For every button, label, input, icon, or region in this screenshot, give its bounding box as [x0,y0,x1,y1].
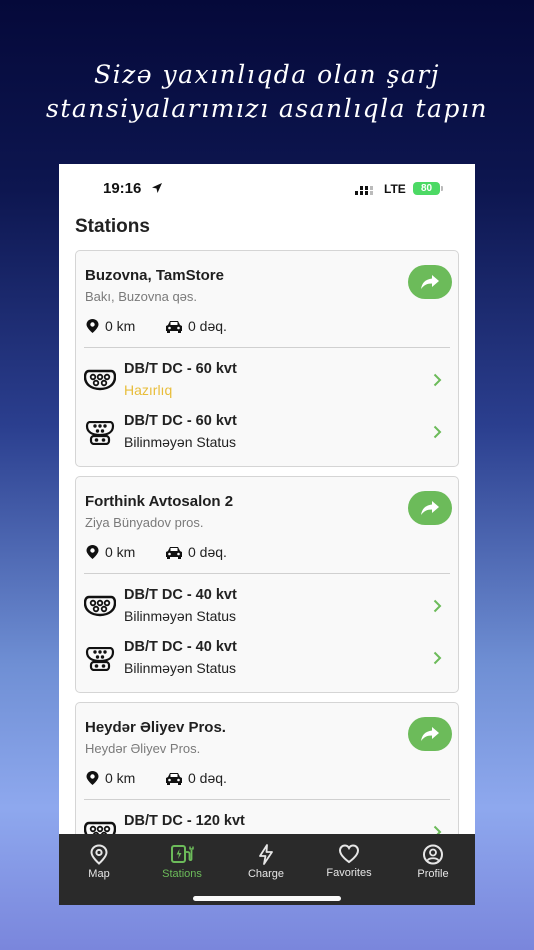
heart-icon [338,844,360,864]
location-pin-icon [86,319,99,333]
location-arrow-icon [152,183,162,193]
car-icon [166,547,182,559]
connector-type2-icon [84,369,116,391]
directions-button[interactable] [408,265,452,299]
connector-title: DB/T DC - 120 kvt [124,813,245,829]
tab-favorites[interactable]: Favorites [309,844,389,879]
directions-button[interactable] [408,717,452,751]
station-address: Bakı, Buzovna qəs. [85,289,198,304]
drive-time-value: 0 dəq. [188,770,227,786]
status-bar: 19:16 LTE 80 [59,164,475,214]
station-address: Heydər Əliyev Pros. [85,741,201,756]
chevron-right-icon [433,373,442,387]
drive-time-value: 0 dəq. [188,318,227,334]
connector-row[interactable]: DB/T DC - 40 kvt Bilinməyən Status [76,585,458,629]
share-arrow-icon [421,727,439,741]
distance-value: 0 km [105,544,136,560]
card-divider [84,799,450,800]
station-name: Buzovna, TamStore [85,267,224,284]
connector-row[interactable]: DB/T DC - 40 kvt Bilinməyən Status [76,637,458,681]
share-arrow-icon [421,275,439,289]
drive-time-value: 0 dəq. [188,544,227,560]
tab-label: Map [88,868,110,880]
connector-title: DB/T DC - 60 kvt [124,361,237,377]
connector-ccs-icon [85,647,115,671]
drive-time-metric: 0 dəq. [165,544,227,560]
signal-icon [355,186,373,195]
connector-status: Bilinməyən Status [124,608,237,624]
battery-tip [441,186,443,191]
distance-metric: 0 km [85,318,135,334]
chevron-right-icon [433,599,442,613]
station-card[interactable]: Buzovna, TamStore Bakı, Buzovna qəs. 0 k… [75,250,459,467]
network-type: LTE [384,182,406,196]
tab-label: Favorites [326,867,372,879]
headline-line-1: Sizə yaxınlıqda olan şarj [93,60,441,89]
home-indicator[interactable] [193,896,341,901]
car-icon [166,321,182,333]
headline-line-2: stansiyalarımızı asanlıqla tapın [45,94,489,123]
page-title: Stations [75,216,150,237]
battery-icon: 80 [413,182,440,195]
status-time: 19:16 [103,180,142,197]
tab-label: Stations [162,868,202,880]
connector-status: Bilinməyən Status [124,434,237,450]
share-arrow-icon [421,501,439,515]
connector-title: DB/T DC - 60 kvt [124,413,237,429]
promo-headline: Sizə yaxınlıqda olan şarj stansiyalarımı… [0,58,534,126]
tab-label: Profile [417,868,449,880]
connector-row[interactable]: DB/T DC - 60 kvt Bilinməyən Status [76,411,458,455]
station-address: Ziya Bünyadov pros. [85,515,204,530]
tab-map[interactable]: Map [59,844,139,880]
phone-screen: 19:16 LTE 80 Stations Buzovna, TamStore … [59,164,475,905]
distance-value: 0 km [105,318,136,334]
card-divider [84,573,450,574]
tab-stations[interactable]: Stations [142,844,222,880]
chevron-right-icon [433,651,442,665]
connector-type2-icon [84,595,116,617]
map-pin-icon [90,844,108,865]
card-divider [84,347,450,348]
connector-ccs-icon [85,421,115,445]
tab-label: Charge [247,868,285,880]
distance-value: 0 km [105,770,136,786]
distance-metric: 0 km [85,770,135,786]
drive-time-metric: 0 dəq. [165,318,227,334]
tab-profile[interactable]: Profile [393,844,473,880]
directions-button[interactable] [408,491,452,525]
chevron-right-icon [433,425,442,439]
connector-row[interactable]: DB/T DC - 60 kvt Hazırlıq [76,359,458,403]
connector-title: DB/T DC - 40 kvt [124,587,237,603]
charging-station-icon [171,845,194,863]
tab-charge[interactable]: Charge [226,844,306,880]
connector-status: Hazırlıq [124,382,173,398]
lightning-icon [259,844,273,865]
car-icon [166,773,182,785]
station-name: Heydər Əliyev Pros. [85,719,226,736]
location-pin-icon [86,771,99,785]
distance-metric: 0 km [85,544,135,560]
station-name: Forthink Avtosalon 2 [85,493,234,510]
station-card[interactable]: Forthink Avtosalon 2 Ziya Bünyadov pros.… [75,476,459,693]
connector-title: DB/T DC - 40 kvt [124,639,237,655]
location-pin-icon [86,545,99,559]
drive-time-metric: 0 dəq. [165,770,227,786]
connector-status: Bilinməyən Status [124,660,237,676]
tab-bar: Map Stations Charge Favorites Profile [59,834,475,905]
profile-icon [423,844,443,865]
